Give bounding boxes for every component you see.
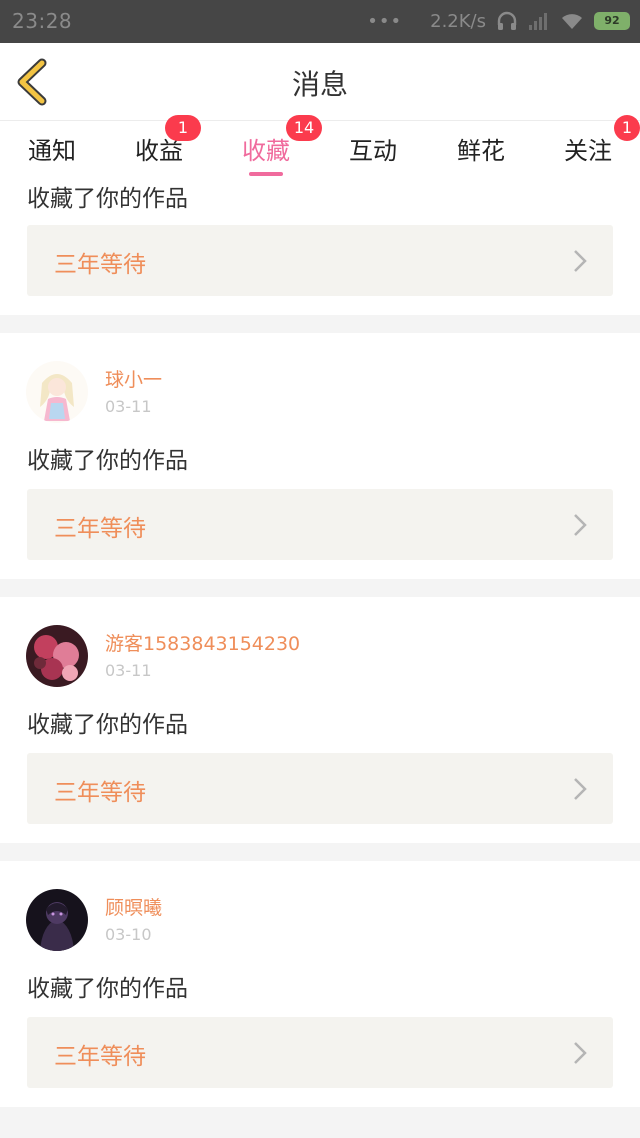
work-link[interactable]: 三年等待 bbox=[27, 489, 613, 560]
work-title: 三年等待 bbox=[54, 252, 146, 278]
active-tab-indicator bbox=[249, 172, 283, 176]
username[interactable]: 顾暝曦 bbox=[105, 893, 162, 920]
notification-date: 03-10 bbox=[105, 925, 152, 944]
tab-follow[interactable]: 关注 1 bbox=[538, 115, 640, 179]
network-speed: 2.2K/s bbox=[430, 10, 486, 32]
work-link[interactable]: 三年等待 bbox=[27, 225, 613, 296]
page-title: 消息 bbox=[291, 68, 348, 101]
tab-notice[interactable]: 通知 bbox=[2, 131, 102, 179]
tab-favorites[interactable]: 收藏 14 bbox=[216, 115, 322, 179]
tab-flowers[interactable]: 鲜花 bbox=[431, 131, 531, 179]
tab-earnings[interactable]: 收益 1 bbox=[109, 115, 209, 179]
chevron-right-icon bbox=[574, 1042, 587, 1064]
app-header: 消息 bbox=[0, 43, 640, 121]
tab-label: 收藏 14 bbox=[242, 115, 322, 166]
notification-card: 球小一 03-11 收藏了你的作品 三年等待 bbox=[0, 333, 640, 579]
work-link[interactable]: 三年等待 bbox=[27, 1017, 613, 1088]
action-text: 收藏了你的作品 bbox=[27, 186, 188, 212]
tab-label: 鲜花 bbox=[457, 137, 505, 165]
action-text: 收藏了你的作品 bbox=[27, 448, 188, 474]
tab-badge: 1 bbox=[165, 115, 201, 141]
notification-list[interactable]: 收藏了你的作品 三年等待 球小一 03-11 收藏了你的作品 三年等待 游客15… bbox=[0, 179, 640, 1138]
status-time: 23:28 bbox=[12, 9, 73, 33]
tab-label: 收益 1 bbox=[135, 115, 201, 166]
status-icons: ••• 2.2K/s 92 bbox=[367, 7, 630, 35]
work-title: 三年等待 bbox=[54, 516, 146, 542]
tab-badge: 14 bbox=[286, 115, 322, 141]
wifi-icon bbox=[562, 14, 582, 29]
work-title: 三年等待 bbox=[54, 780, 146, 806]
avatar[interactable] bbox=[26, 889, 88, 951]
chevron-right-icon bbox=[574, 250, 587, 272]
username[interactable]: 球小一 bbox=[105, 365, 162, 392]
more-dots-icon: ••• bbox=[367, 10, 403, 32]
signal-icon bbox=[529, 13, 547, 30]
action-text: 收藏了你的作品 bbox=[27, 976, 188, 1002]
avatar[interactable] bbox=[26, 361, 88, 423]
tab-label: 关注 1 bbox=[564, 115, 640, 166]
tab-bar: 通知 收益 1 收藏 14 互动 鲜花 关注 1 bbox=[0, 115, 640, 179]
action-text: 收藏了你的作品 bbox=[27, 712, 188, 738]
battery-icon: 92 bbox=[594, 12, 630, 30]
notification-card: 收藏了你的作品 三年等待 bbox=[0, 179, 640, 315]
notification-card: 游客1583843154230 03-11 收藏了你的作品 三年等待 bbox=[0, 597, 640, 843]
notification-date: 03-11 bbox=[105, 661, 152, 680]
work-title: 三年等待 bbox=[54, 1044, 146, 1070]
chevron-right-icon bbox=[574, 514, 587, 536]
notification-card: 顾暝曦 03-10 收藏了你的作品 三年等待 bbox=[0, 861, 640, 1107]
tab-label: 互动 bbox=[349, 137, 397, 165]
chevron-right-icon bbox=[574, 778, 587, 800]
tab-badge: 1 bbox=[614, 115, 640, 141]
headphones-icon bbox=[497, 11, 517, 30]
username[interactable]: 游客1583843154230 bbox=[105, 629, 300, 656]
tab-interaction[interactable]: 互动 bbox=[323, 131, 423, 179]
avatar[interactable] bbox=[26, 625, 88, 687]
status-bar: 23:28 ••• 2.2K/s 92 bbox=[0, 0, 640, 43]
notification-date: 03-11 bbox=[105, 397, 152, 416]
work-link[interactable]: 三年等待 bbox=[27, 753, 613, 824]
tab-label: 通知 bbox=[28, 137, 76, 165]
